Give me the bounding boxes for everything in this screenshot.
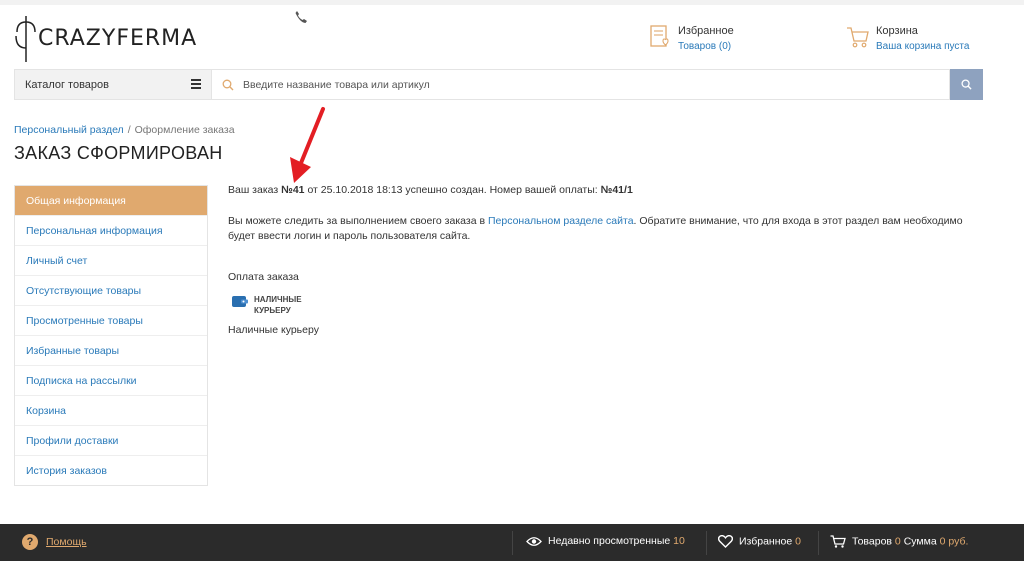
footer-cart-summary[interactable]: Товаров 0 Сумма 0 руб. xyxy=(830,535,968,548)
order-details: от 25.10.2018 18:13 успешно создан. Номе… xyxy=(307,184,598,196)
recently-viewed-button[interactable]: Недавно просмотренные 10 xyxy=(526,535,685,547)
footer-bar: ? Помощь Недавно просмотренные 10 Избранн… xyxy=(0,524,1024,561)
sum-value: 0 руб. xyxy=(939,535,969,548)
personal-section-link[interactable]: Персональном разделе сайта xyxy=(488,215,634,227)
search-input[interactable]: Введите название товара или артикул xyxy=(212,69,950,100)
sidebar-item-missing-goods[interactable]: Отсутствующие товары xyxy=(15,276,207,306)
order-number: №41 xyxy=(281,184,305,196)
favorites-icon xyxy=(650,25,669,47)
eye-icon xyxy=(526,536,542,546)
menu-icon xyxy=(191,79,201,89)
footer-divider xyxy=(818,531,819,555)
favorites-count-link[interactable]: Товаров (0) xyxy=(678,41,731,52)
tracking-text-1: Вы можете следить за выполнением своего … xyxy=(228,215,486,227)
goods-label: Товаров xyxy=(852,535,892,548)
needle-logo-icon xyxy=(15,16,36,62)
logo-text: CRAZYFERMA xyxy=(38,26,198,51)
footer-favorites-count: 0 xyxy=(795,535,801,548)
breadcrumb-link-personal[interactable]: Персональный раздел xyxy=(14,124,124,136)
breadcrumb: Персональный раздел / Оформление заказа xyxy=(14,124,235,136)
footer-favorites-label: Избранное xyxy=(739,535,793,548)
sidebar-item-general[interactable]: Общая информация xyxy=(15,186,207,216)
heart-icon xyxy=(718,535,733,548)
logo[interactable]: CRAZYFERMA xyxy=(14,14,214,64)
footer-divider xyxy=(706,531,707,555)
payment-logo-line-2: КУРЬЕРУ xyxy=(254,306,291,315)
sidebar-item-subscriptions[interactable]: Подписка на рассылки xyxy=(15,366,207,396)
recently-viewed-label: Недавно просмотренные xyxy=(548,535,671,547)
top-strip xyxy=(0,0,1024,5)
sidebar: Общая информация Персональная информация… xyxy=(14,185,208,486)
payment-heading: Оплата заказа xyxy=(228,271,299,283)
cart-title: Корзина xyxy=(876,25,918,37)
breadcrumb-current: Оформление заказа xyxy=(134,124,235,136)
catalog-label: Каталог товаров xyxy=(25,79,109,91)
sum-label: Сумма xyxy=(903,535,937,548)
sidebar-item-delivery-profiles[interactable]: Профили доставки xyxy=(15,426,207,456)
payment-method-logo: НАЛИЧНЫЕ КУРЬЕРУ xyxy=(232,292,322,316)
breadcrumb-separator: / xyxy=(127,124,131,136)
catalog-menu-button[interactable]: Каталог товаров xyxy=(14,69,212,100)
help-label: Помощь xyxy=(46,536,87,548)
header-favorites[interactable]: Избранное Товаров (0) xyxy=(648,24,768,56)
footer-favorites-button[interactable]: Избранное 0 xyxy=(718,535,801,548)
payment-number: №41/1 xyxy=(600,184,633,196)
order-prefix: Ваш заказ xyxy=(228,184,279,196)
cart-icon xyxy=(847,27,869,48)
help-button[interactable]: ? Помощь xyxy=(22,534,87,550)
payment-method-name: Наличные курьеру xyxy=(228,324,319,336)
search-button[interactable] xyxy=(950,69,983,100)
sidebar-item-favorite-goods[interactable]: Избранные товары xyxy=(15,336,207,366)
red-arrow-annotation xyxy=(290,107,325,183)
search-icon xyxy=(961,79,972,90)
search-icon xyxy=(222,79,234,91)
header-cart[interactable]: Корзина Ваша корзина пуста xyxy=(846,24,996,56)
footer-divider xyxy=(512,531,513,555)
tracking-message: Вы можете следить за выполнением своего … xyxy=(228,214,988,244)
sidebar-item-personal-info[interactable]: Персональная информация xyxy=(15,216,207,246)
favorites-title: Избранное xyxy=(678,25,734,37)
cart-small-icon xyxy=(830,535,846,548)
sidebar-item-order-history[interactable]: История заказов xyxy=(15,456,207,486)
sidebar-item-account[interactable]: Личный счет xyxy=(15,246,207,276)
payment-logo-line-1: НАЛИЧНЫЕ xyxy=(254,295,302,304)
page-title: ЗАКАЗ СФОРМИРОВАН xyxy=(14,143,223,163)
search-placeholder: Введите название товара или артикул xyxy=(243,79,430,91)
sidebar-item-viewed-goods[interactable]: Просмотренные товары xyxy=(15,306,207,336)
cart-status-link[interactable]: Ваша корзина пуста xyxy=(876,41,969,52)
order-created-message: Ваш заказ №41 от 25.10.2018 18:13 успешн… xyxy=(228,184,633,196)
goods-count: 0 xyxy=(894,535,901,548)
phone-icon[interactable] xyxy=(294,10,308,27)
help-icon: ? xyxy=(22,534,38,550)
wallet-icon xyxy=(232,296,248,307)
recently-viewed-count: 10 xyxy=(673,535,685,547)
sidebar-item-cart[interactable]: Корзина xyxy=(15,396,207,426)
